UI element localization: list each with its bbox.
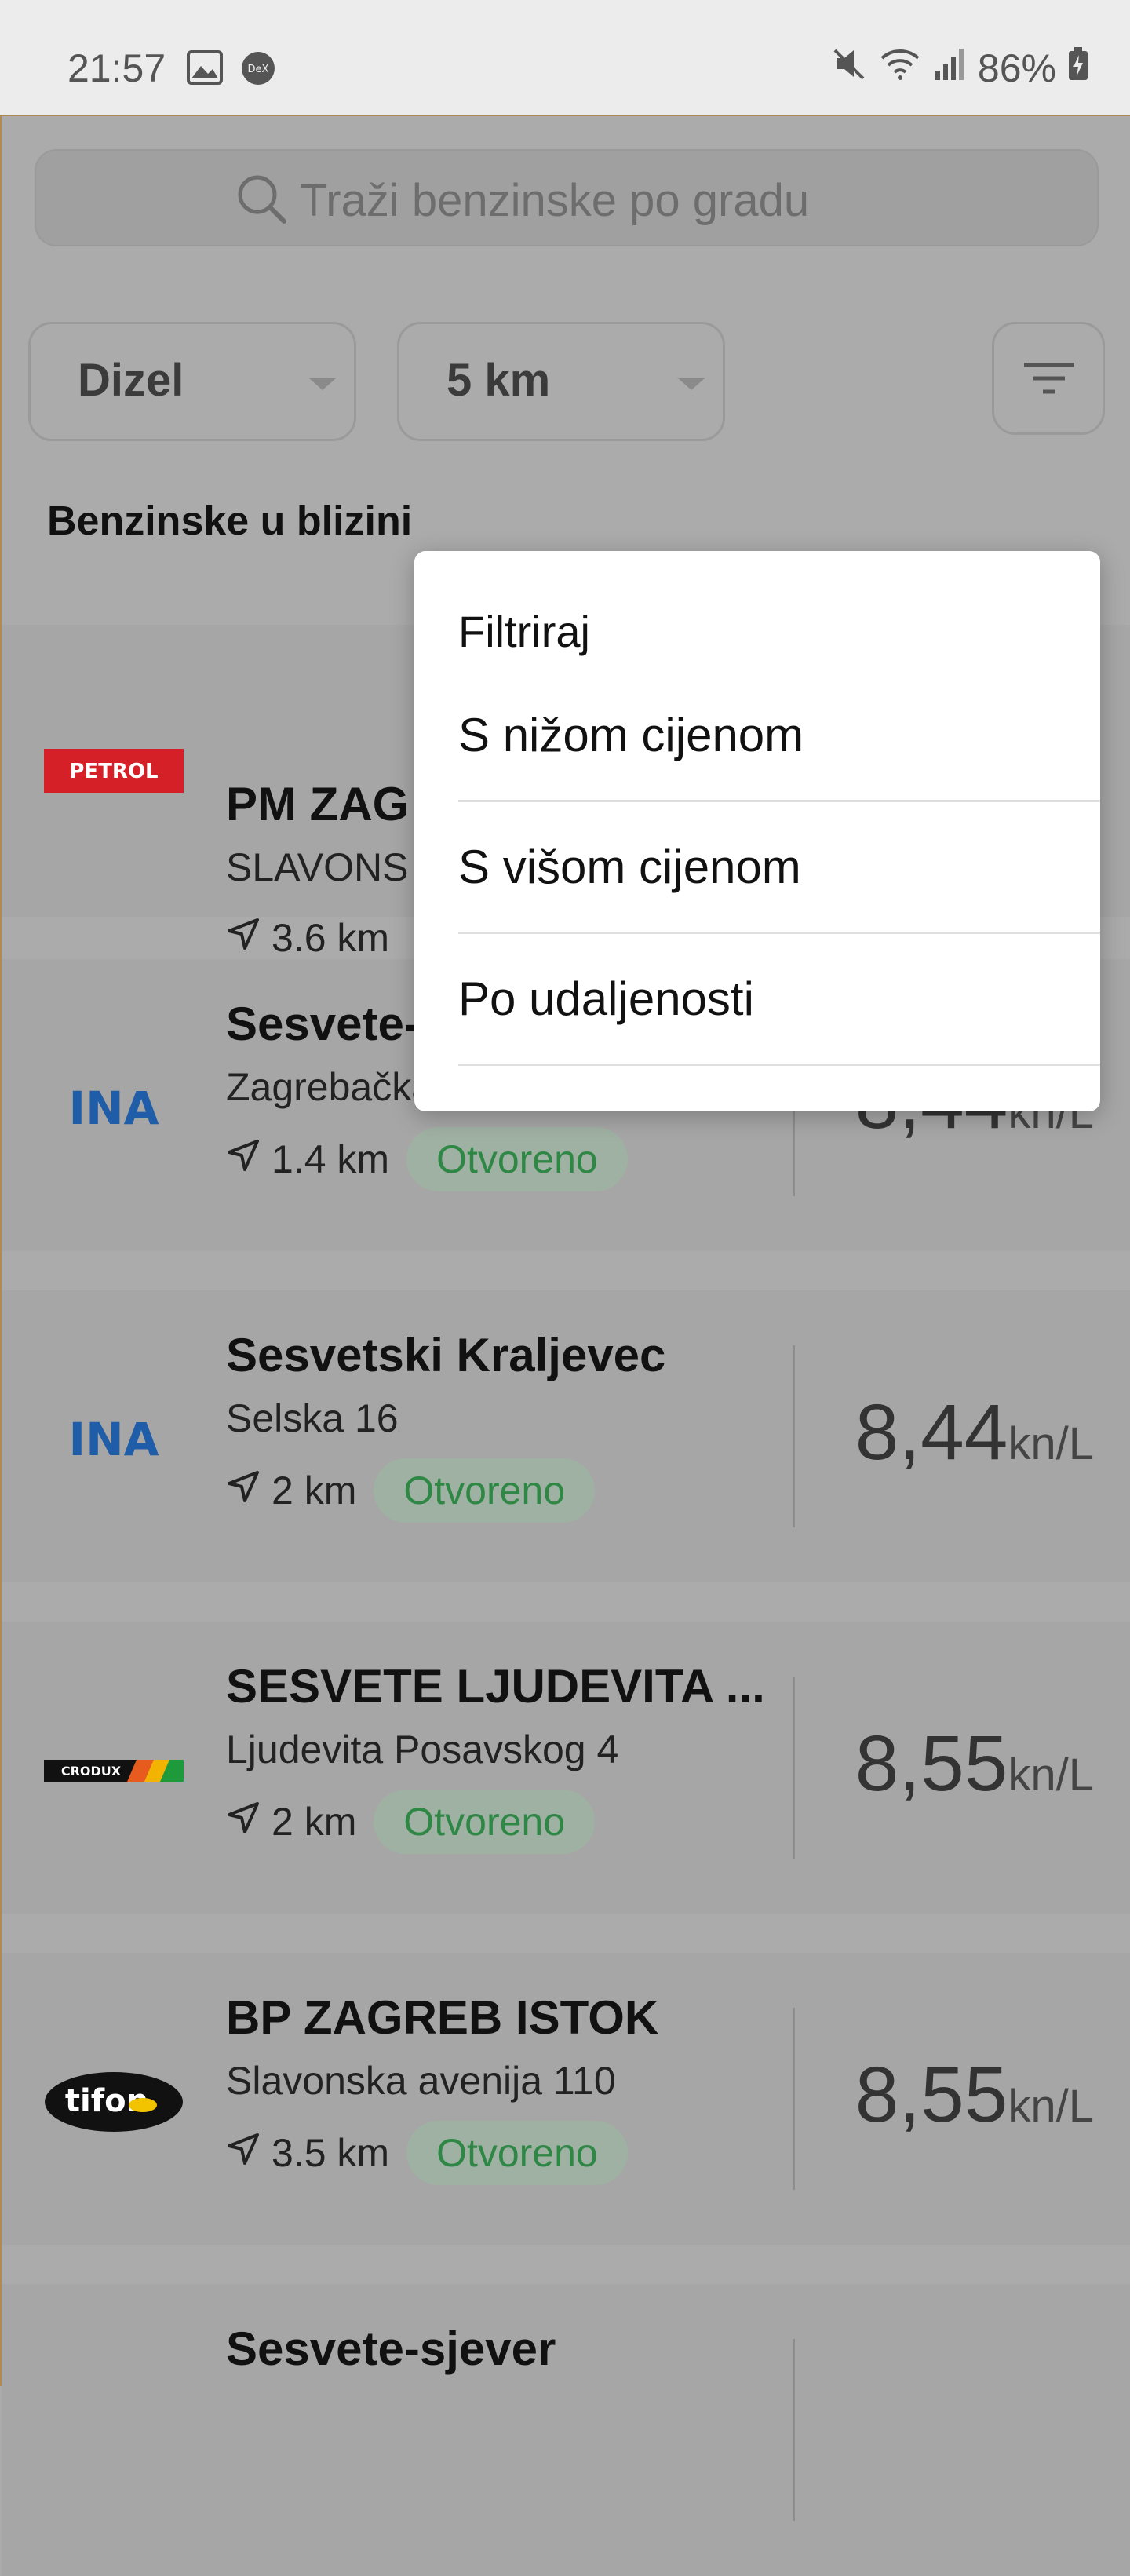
svg-text:INA: INA xyxy=(68,1086,159,1130)
svg-text:DeX: DeX xyxy=(248,64,269,75)
station-distance: 1.4 km Otvoreno xyxy=(226,1127,628,1191)
mute-icon xyxy=(832,46,868,91)
battery-charging-icon xyxy=(1067,46,1089,91)
distance-value: 3.5 km xyxy=(272,2131,390,2175)
ina-logo: INA xyxy=(44,1085,184,1132)
navigation-arrow-icon xyxy=(226,1799,261,1844)
distance-value: 2 km xyxy=(272,1469,357,1512)
price: 8,44 kn/L xyxy=(855,1388,1094,1478)
search-bar[interactable]: Traži benzinske po gradu xyxy=(35,149,1099,246)
status-badge: Otvoreno xyxy=(406,2121,628,2185)
status-bar: 21:57 DeX 86% xyxy=(0,0,1130,115)
station-name: SESVETE LJUDEVITA ... xyxy=(226,1660,765,1713)
status-badge: Otvoreno xyxy=(406,1127,628,1191)
divider xyxy=(793,1677,795,1859)
station-address: SLAVONS xyxy=(226,845,409,889)
distance-value: 3.6 km xyxy=(272,916,390,960)
navigation-arrow-icon xyxy=(226,915,261,961)
image-icon xyxy=(187,50,223,89)
filter-icon xyxy=(1021,360,1077,400)
sort-menu: Filtriraj S nižom cijenom S višom cijeno… xyxy=(414,551,1100,1111)
petrol-logo: PETROL xyxy=(44,747,184,794)
distance-value: 1.4 km xyxy=(272,1137,390,1181)
status-badge: Otvoreno xyxy=(374,1458,596,1523)
svg-text:PETROL: PETROL xyxy=(69,760,158,783)
station-address: Selska 16 xyxy=(226,1396,399,1440)
section-title: Benzinske u blizini xyxy=(47,498,413,544)
price-unit: kn/L xyxy=(1008,1418,1094,1469)
navigation-arrow-icon xyxy=(226,1468,261,1513)
station-address: Ljudevita Posavskog 4 xyxy=(226,1728,619,1771)
station-card[interactable]: CRODUX SESVETE LJUDEVITA ... Ljudevita P… xyxy=(2,1622,1130,1914)
station-name: Sesvetski Kraljevec xyxy=(226,1329,666,1381)
svg-text:INA: INA xyxy=(68,1418,159,1461)
menu-item-lower-price[interactable]: S nižom cijenom xyxy=(458,670,1100,802)
wifi-icon xyxy=(879,46,921,91)
chevron-down-icon xyxy=(677,378,705,390)
menu-title: Filtriraj xyxy=(458,607,590,656)
station-address: Slavonska avenija 110 xyxy=(226,2059,616,2103)
divider xyxy=(793,2008,795,2190)
dex-icon: DeX xyxy=(240,50,276,90)
price-value: 8,55 xyxy=(855,2051,1008,2139)
station-card[interactable]: Sesvete-sjever xyxy=(2,2284,1130,2576)
app-screen: Traži benzinske po gradu Dizel 5 km Benz… xyxy=(0,115,1130,2576)
fuel-type-label: Dizel xyxy=(78,355,184,406)
price: 8,55 kn/L xyxy=(855,2050,1094,2140)
signal-icon xyxy=(932,46,967,91)
fuel-type-select[interactable]: Dizel xyxy=(28,322,356,441)
station-distance: 3.6 km xyxy=(226,915,389,961)
chevron-down-icon xyxy=(308,378,337,390)
distance-select[interactable]: 5 km xyxy=(397,322,725,441)
status-time: 21:57 xyxy=(67,46,166,90)
station-distance: 2 km Otvoreno xyxy=(226,1790,596,1854)
station-name: PM ZAG xyxy=(226,778,410,830)
station-distance: 2 km Otvoreno xyxy=(226,1458,596,1523)
ina-logo: INA xyxy=(44,1416,184,1463)
price-unit: kn/L xyxy=(1008,2081,1094,2132)
navigation-arrow-icon xyxy=(226,1137,261,1182)
menu-item-higher-price[interactable]: S višom cijenom xyxy=(458,802,1100,934)
station-name: BP ZAGREB ISTOK xyxy=(226,1991,659,2044)
svg-text:CRODUX: CRODUX xyxy=(61,1764,122,1779)
price-unit: kn/L xyxy=(1008,1750,1094,1801)
station-card[interactable]: INA Sesvetski Kraljevec Selska 16 2 km O… xyxy=(2,1290,1130,1582)
battery-percent: 86% xyxy=(977,46,1056,90)
crodux-logo: CRODUX xyxy=(44,1747,184,1794)
station-distance: 3.5 km Otvoreno xyxy=(226,2121,628,2185)
distance-label: 5 km xyxy=(447,355,551,406)
tifon-logo: tifon xyxy=(44,2071,184,2133)
filter-button[interactable] xyxy=(992,322,1105,435)
status-right: 86% xyxy=(832,46,1089,91)
divider xyxy=(793,2339,795,2521)
distance-value: 2 km xyxy=(272,1800,357,1844)
price-value: 8,55 xyxy=(855,1720,1008,1808)
divider xyxy=(793,1345,795,1527)
price-value: 8,44 xyxy=(855,1388,1008,1476)
search-placeholder: Traži benzinske po gradu xyxy=(300,175,810,226)
station-name: Sesvete-sjever xyxy=(226,2322,556,2375)
status-badge: Otvoreno xyxy=(374,1790,596,1854)
search-icon xyxy=(235,173,289,230)
navigation-arrow-icon xyxy=(226,2130,261,2176)
menu-item-distance[interactable]: Po udaljenosti xyxy=(458,934,1100,1066)
price: 8,55 kn/L xyxy=(855,1719,1094,1809)
station-card[interactable]: tifon BP ZAGREB ISTOK Slavonska avenija … xyxy=(2,1953,1130,2245)
